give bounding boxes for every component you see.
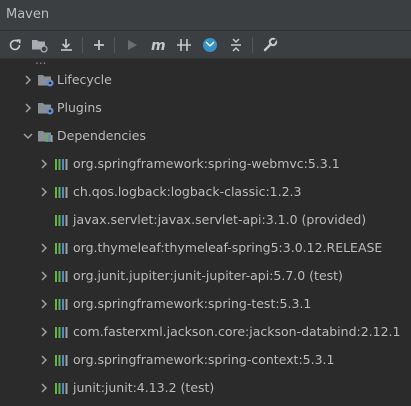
dependency-label: org.junit.jupiter:junit-jupiter-api:5.7.… — [73, 268, 343, 283]
dependency-item[interactable]: junit:junit:4.13.2 (test) — [0, 377, 411, 399]
toggle-offline-icon[interactable] — [174, 35, 194, 55]
chevron-right-icon[interactable] — [39, 243, 49, 253]
dependencies-folder-icon — [38, 131, 53, 142]
dependency-label: org.thymeleaf:thymeleaf-spring5:3.0.12.R… — [73, 240, 383, 255]
dependency-label: org.springframework:spring-test:5.3.1 — [73, 296, 312, 311]
chevron-right-icon[interactable] — [39, 159, 49, 169]
toolbar-separator — [114, 37, 115, 53]
dependency-label: org.springframework:spring-context:5.3.1 — [73, 352, 335, 367]
download-sources-icon[interactable] — [57, 35, 77, 55]
library-icon — [55, 187, 68, 198]
chevron-right-icon[interactable] — [39, 271, 49, 281]
tree-node-plugins[interactable]: Plugins — [0, 97, 411, 119]
tree-node-label: Lifecycle — [57, 72, 112, 87]
dependency-label: org.springframework:spring-webmvc:5.3.1 — [73, 156, 340, 171]
library-icon — [55, 355, 68, 366]
tree-overflow-dots: ... — [35, 53, 47, 67]
dependency-item[interactable]: org.thymeleaf:thymeleaf-spring5:3.0.12.R… — [0, 237, 411, 259]
dependency-label: junit:junit:4.13.2 (test) — [73, 380, 215, 395]
tool-window-header: Maven — [0, 0, 411, 31]
maven-toolbar: m — [0, 31, 411, 59]
chevron-right-icon[interactable] — [23, 75, 33, 85]
plugins-folder-icon — [38, 103, 54, 115]
lifecycle-folder-icon — [38, 75, 54, 87]
library-icon — [55, 299, 68, 310]
chevron-down-icon[interactable] — [23, 131, 33, 141]
dependency-item[interactable]: org.junit.jupiter:junit-jupiter-api:5.7.… — [0, 265, 411, 287]
library-icon — [55, 271, 68, 282]
dependency-item[interactable]: org.springframework:spring-test:5.3.1 — [0, 293, 411, 315]
collapse-all-icon[interactable] — [226, 35, 246, 55]
svg-text:m: m — [151, 38, 166, 52]
skip-tests-icon[interactable] — [200, 35, 220, 55]
tree-node-lifecycle[interactable]: Lifecycle — [0, 69, 411, 91]
library-icon — [55, 215, 68, 226]
dependency-label: javax.servlet:javax.servlet-api:3.1.0 (p… — [73, 212, 367, 227]
settings-icon[interactable] — [260, 35, 280, 55]
library-icon — [55, 327, 68, 338]
chevron-right-icon[interactable] — [39, 355, 49, 365]
chevron-right-icon[interactable] — [39, 299, 49, 309]
chevron-right-icon[interactable] — [23, 103, 33, 113]
chevron-right-icon[interactable] — [39, 187, 49, 197]
dependency-label: com.fasterxml.jackson.core:jackson-datab… — [73, 324, 401, 339]
chevron-right-icon[interactable] — [39, 383, 49, 393]
library-icon — [55, 159, 68, 170]
chevron-right-icon[interactable] — [39, 327, 49, 337]
toolbar-separator — [252, 37, 253, 53]
library-icon — [55, 383, 68, 394]
dependency-item[interactable]: javax.servlet:javax.servlet-api:3.1.0 (p… — [0, 209, 411, 231]
tool-window-title: Maven — [6, 7, 50, 22]
dependency-item[interactable]: ch.qos.logback:logback-classic:1.2.3 — [0, 181, 411, 203]
maven-projects-tree: ... Lifecycle Plugins Dependencies org.s… — [0, 53, 411, 406]
toolbar-separator — [82, 37, 83, 53]
run-icon[interactable] — [122, 35, 142, 55]
execute-maven-goal-icon[interactable]: m — [148, 35, 168, 55]
reload-icon[interactable] — [5, 35, 25, 55]
dependency-item[interactable]: org.springframework:spring-context:5.3.1 — [0, 349, 411, 371]
library-icon — [55, 243, 68, 254]
tree-node-dependencies[interactable]: Dependencies — [0, 125, 411, 147]
tree-node-label: Plugins — [57, 100, 102, 115]
dependency-label: ch.qos.logback:logback-classic:1.2.3 — [73, 184, 302, 199]
tree-node-label: Dependencies — [57, 128, 146, 143]
add-icon[interactable] — [89, 35, 109, 55]
dependency-item[interactable]: org.springframework:spring-webmvc:5.3.1 — [0, 153, 411, 175]
dependency-item[interactable]: com.fasterxml.jackson.core:jackson-datab… — [0, 321, 411, 343]
add-maven-project-icon[interactable] — [30, 35, 50, 55]
